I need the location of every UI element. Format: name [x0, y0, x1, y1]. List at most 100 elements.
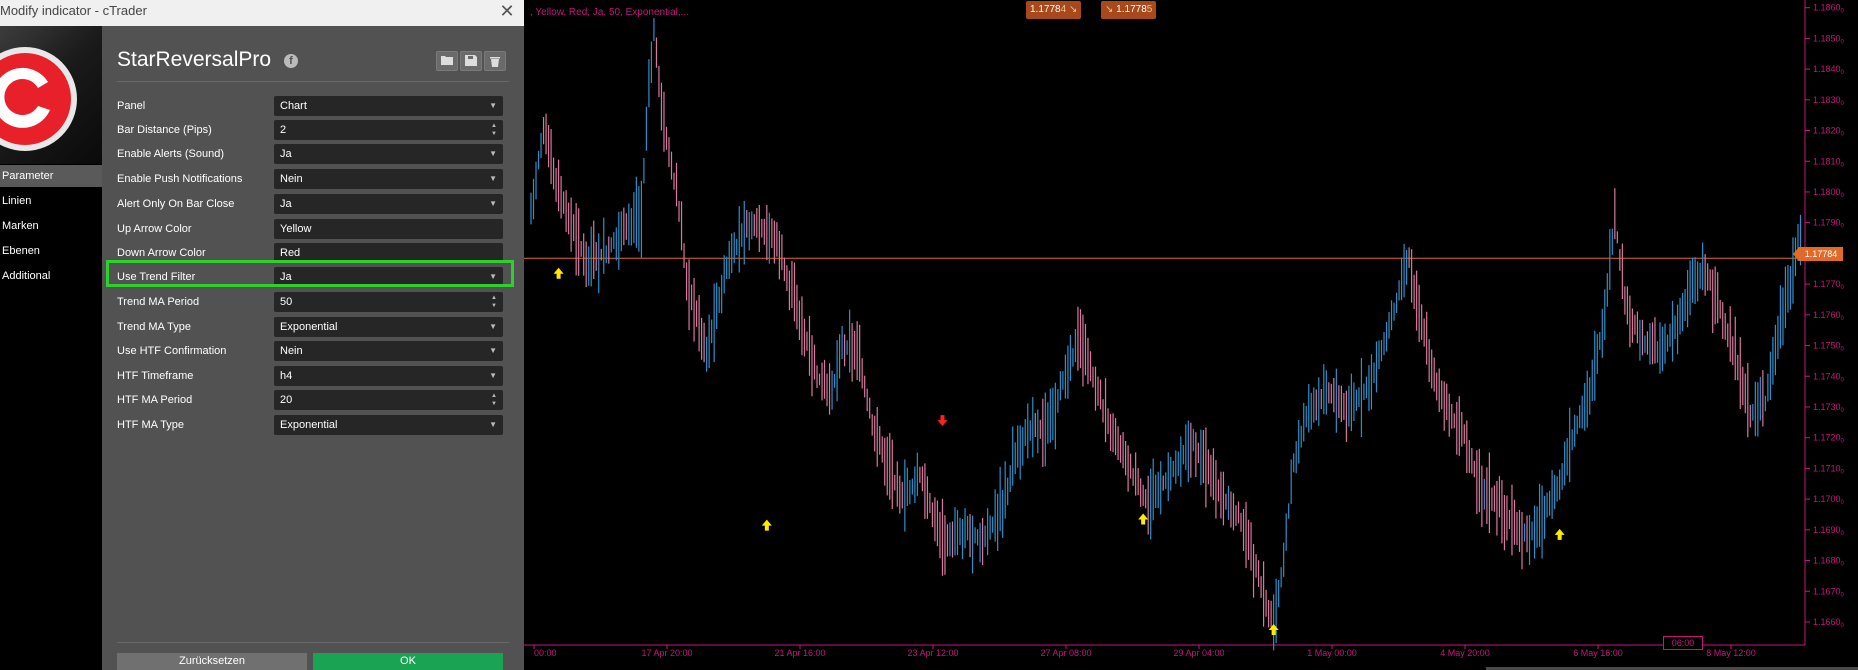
up-arrow-signal — [1268, 624, 1279, 636]
indicator-name: StarReversalPro — [117, 48, 272, 71]
up-arrow-signal — [761, 519, 772, 531]
param-row-htf-ma-period: HTF MA Period 20 ▲ ▼ — [117, 390, 509, 410]
param-row-htf-ma-type: HTF MA Type Exponential ▼ — [117, 415, 509, 435]
sidebar-item-label: Marken — [2, 220, 39, 232]
ok-button[interactable]: OK — [313, 653, 503, 670]
ctrader-logo — [0, 26, 102, 164]
price-tick-label: 1.17200 — [1813, 433, 1845, 445]
htf-ma-type-select[interactable]: Exponential ▼ — [274, 415, 503, 435]
alert-bar-close-select[interactable]: Ja ▼ — [274, 194, 503, 214]
ask-price-button[interactable]: ↘ 1.17785 — [1101, 1, 1157, 19]
price-tick-label: 1.18100 — [1813, 156, 1845, 168]
dropdown-arrow-icon: ▼ — [489, 322, 497, 331]
close-icon[interactable]: ✕ — [496, 0, 518, 22]
dropdown-arrow-icon: ▼ — [489, 420, 497, 429]
trend-ma-type-select[interactable]: Exponential ▼ — [274, 317, 503, 337]
bid-price-button[interactable]: 1.17784 ↘ — [1026, 1, 1082, 19]
push-notifications-select[interactable]: Nein ▼ — [274, 169, 503, 189]
chart-canvas[interactable]: 1.18600 1.18500 1.18400 1.18300 1.18200 1.181… — [524, 0, 1858, 670]
title-bar: Modify indicator - cTrader ✕ — [0, 0, 524, 26]
htf-ma-period-stepper[interactable]: 20 ▲ ▼ — [274, 390, 503, 410]
param-label: Trend MA Type — [117, 321, 191, 333]
spinner-icon[interactable]: ▲ ▼ — [491, 392, 497, 408]
param-label: Panel — [117, 100, 146, 112]
price-tick-label: 1.17900 — [1813, 218, 1845, 230]
delete-preset-button[interactable] — [484, 51, 506, 71]
price-tick-label: 1.17100 — [1813, 463, 1845, 475]
param-row-alert-bar-close: Alert Only On Bar Close Ja ▼ — [117, 194, 509, 214]
up-arrow-signal — [553, 267, 564, 279]
down-arrow-signal — [937, 415, 948, 427]
price-tick-label: 1.18200 — [1813, 126, 1845, 138]
param-label: HTF MA Type — [117, 419, 185, 431]
spinner-icon[interactable]: ▲ ▼ — [491, 122, 497, 138]
modify-indicator-dialog: Modify indicator - cTrader ✕ Parameter L… — [0, 0, 524, 670]
price-tick-label: 1.17400 — [1813, 371, 1845, 383]
panel-select[interactable]: Chart ▼ — [274, 96, 503, 116]
up-arrow-signal — [1554, 528, 1565, 540]
sidebar-item-label: Parameter — [2, 170, 54, 182]
price-chart[interactable]: , Yellow, Red, Ja, 50, Exponential,... 1… — [524, 0, 1858, 670]
param-row-htf-confirmation: Use HTF Confirmation Nein ▼ — [117, 341, 509, 361]
time-tick-label: 23 Apr 12:00 — [907, 648, 958, 658]
save-preset-button[interactable] — [460, 51, 482, 71]
price-tick-label: 1.18500 — [1813, 33, 1845, 45]
time-tick-label: 00:00 — [534, 648, 557, 658]
dropdown-arrow-icon: ▼ — [489, 346, 497, 355]
dropdown-arrow-icon: ▼ — [489, 149, 497, 158]
trend-ma-period-stepper[interactable]: 50 ▲ ▼ — [274, 292, 503, 312]
facebook-icon[interactable]: f — [284, 54, 298, 68]
price-tick-label: 1.16800 — [1813, 556, 1845, 568]
param-row-up-arrow-color: Up Arrow Color Yellow — [117, 219, 509, 239]
time-tick-label: 21 Apr 16:00 — [774, 648, 825, 658]
param-label: HTF MA Period — [117, 394, 193, 406]
sidebar-item-label: Additional — [2, 270, 51, 282]
bar-distance-stepper[interactable]: 2 ▲ ▼ — [274, 120, 503, 140]
htf-timeframe-select[interactable]: h4 ▼ — [274, 366, 503, 386]
bid-price: 1.1778 — [1030, 4, 1061, 15]
htf-confirmation-select[interactable]: Nein ▼ — [274, 341, 503, 361]
price-tick-label: 1.18000 — [1813, 187, 1845, 199]
dropdown-arrow-icon: ▼ — [489, 199, 497, 208]
sidebar-item-label: Linien — [2, 195, 32, 207]
spinner-icon[interactable]: ▲ ▼ — [491, 294, 497, 310]
param-row-push-notifications: Enable Push Notifications Nein ▼ — [117, 169, 509, 189]
time-tick-label: 27 Apr 08:00 — [1040, 648, 1091, 658]
price-tick-label: 1.17000 — [1813, 494, 1845, 506]
buy-icon: ↘ — [1105, 4, 1114, 15]
sidebar-item-additional[interactable]: Additional — [0, 265, 102, 287]
sell-icon: ↘ — [1068, 4, 1078, 15]
open-preset-button[interactable] — [436, 51, 458, 71]
divider — [117, 81, 509, 82]
sidebar-item-parameter[interactable]: Parameter — [0, 165, 102, 187]
param-row-trend-ma-type: Trend MA Type Exponential ▼ — [117, 317, 509, 337]
time-tick-label: 6 May 16:00 — [1573, 648, 1623, 658]
price-tick-label: 1.18400 — [1813, 64, 1845, 76]
up-arrow-color-input[interactable]: Yellow — [274, 219, 503, 239]
folder-icon — [441, 56, 453, 65]
param-label: Trend MA Period — [117, 296, 200, 308]
save-icon — [465, 55, 477, 66]
param-label: Enable Push Notifications — [117, 173, 243, 185]
sidebar-item-linien[interactable]: Linien — [0, 190, 102, 212]
dropdown-arrow-icon: ▼ — [489, 101, 497, 110]
price-tick-label: 1.17500 — [1813, 341, 1845, 353]
time-tick-label: 8 May 12:00 — [1706, 648, 1756, 658]
reset-button[interactable]: Zurücksetzen — [117, 653, 307, 670]
price-tick-label: 1.18300 — [1813, 95, 1845, 107]
param-row-htf-timeframe: HTF Timeframe h4 ▼ — [117, 366, 509, 386]
price-tick-label: 1.16600 — [1813, 617, 1845, 629]
param-label: Use HTF Confirmation — [117, 345, 227, 357]
ask-price: 1.1778 — [1116, 4, 1147, 15]
param-label: Up Arrow Color — [117, 223, 192, 235]
price-tick-label: 1.16900 — [1813, 525, 1845, 537]
time-tick-label: 29 Apr 04:00 — [1173, 648, 1224, 658]
sidebar-item-ebenen[interactable]: Ebenen — [0, 240, 102, 262]
enable-alerts-select[interactable]: Ja ▼ — [274, 144, 503, 164]
up-arrow-signal — [1138, 513, 1149, 525]
sidebar-item-marken[interactable]: Marken — [0, 215, 102, 237]
time-tick-label: 4 May 20:00 — [1440, 648, 1490, 658]
ctrader-logo-icon — [0, 47, 77, 151]
param-row-panel: Panel Chart ▼ — [117, 96, 509, 116]
time-cursor-label: 06:00 — [1663, 636, 1703, 650]
